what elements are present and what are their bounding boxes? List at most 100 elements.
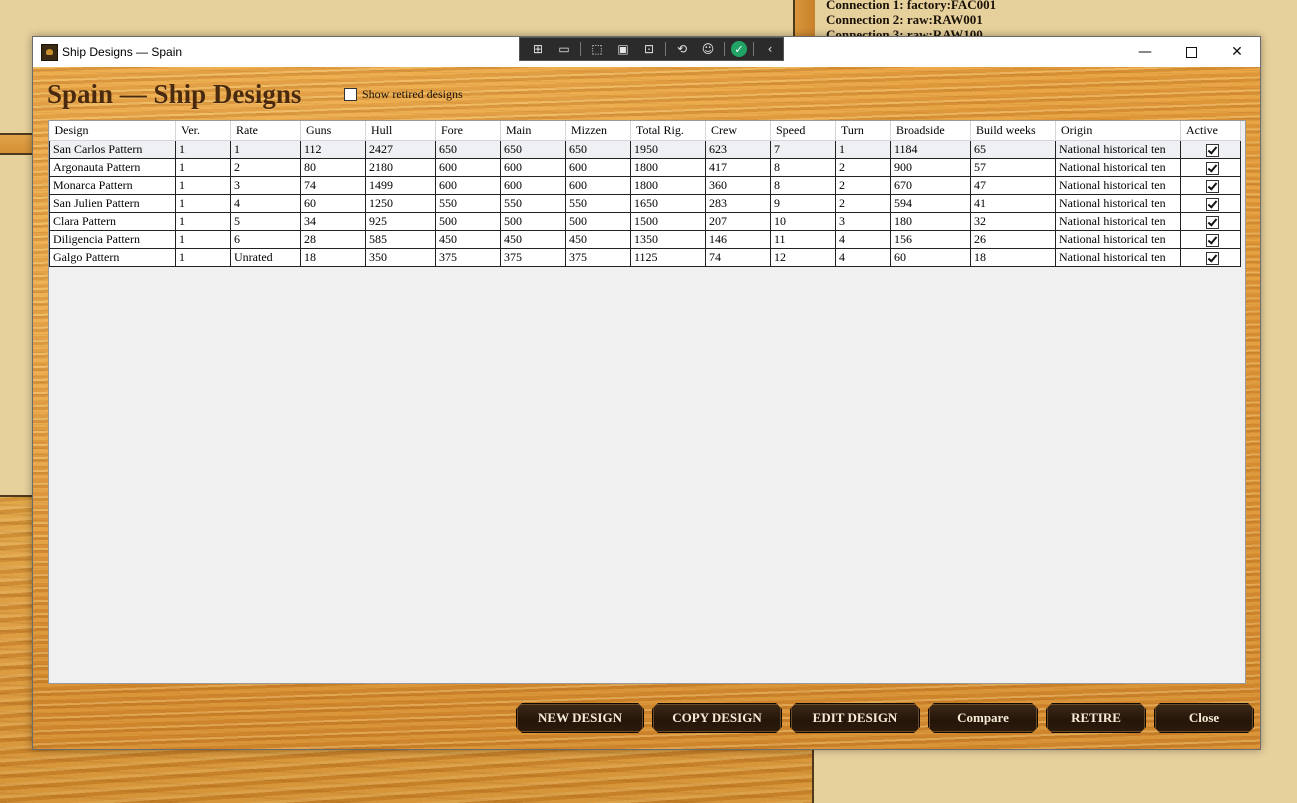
cell-mizzen[interactable]: 500 (565, 212, 631, 231)
cell-total-rig[interactable]: 1950 (630, 140, 706, 159)
cell-design[interactable]: Argonauta Pattern (49, 158, 176, 177)
cell-ver[interactable]: 1 (175, 176, 231, 195)
cell-speed[interactable]: 12 (770, 248, 836, 267)
cell-fore[interactable]: 550 (435, 194, 501, 213)
cell-origin[interactable]: National historical ten (1055, 140, 1181, 159)
column-header[interactable]: Hull (365, 121, 436, 141)
cell-speed[interactable]: 7 (770, 140, 836, 159)
display-layout-icon[interactable]: ▣ (613, 40, 633, 58)
table-row[interactable]: San Carlos Pattern 1 1 112 2427 650 650 650 1950… (49, 140, 1241, 159)
live-tree-icon[interactable]: ⊞ (528, 40, 548, 58)
column-header[interactable]: Speed (770, 121, 836, 141)
cell-total-rig[interactable]: 1125 (630, 248, 706, 267)
cell-origin[interactable]: National historical ten (1055, 176, 1181, 195)
cell-hull[interactable]: 2427 (365, 140, 436, 159)
table-row[interactable]: San Julien Pattern 1 4 60 1250 550 550 550 1650 2… (49, 194, 1241, 213)
cell-broadside[interactable]: 670 (890, 176, 971, 195)
title-bar[interactable]: Ship Designs — Spain ⊞ ▭ ⬚ ▣ ⊡ ⟲ ☺ ✓ ‹ —… (33, 37, 1260, 67)
accessibility-icon[interactable]: ☺ (698, 40, 718, 58)
cell-mizzen[interactable]: 450 (565, 230, 631, 249)
cell-broadside[interactable]: 180 (890, 212, 971, 231)
table-row[interactable]: Monarca Pattern 1 3 74 1499 600 600 600 1800 360 8… (49, 176, 1241, 195)
table-row[interactable]: Diligencia Pattern 1 6 28 585 450 450 450 1350 14… (49, 230, 1241, 249)
cell-turn[interactable]: 4 (835, 230, 891, 249)
cell-main[interactable]: 500 (500, 212, 566, 231)
cell-ver[interactable]: 1 (175, 140, 231, 159)
cell-main[interactable]: 600 (500, 176, 566, 195)
cell-total-rig[interactable]: 1500 (630, 212, 706, 231)
active-checkbox[interactable] (1205, 197, 1219, 211)
hot-reload-icon[interactable]: ⟲ (672, 40, 692, 58)
designs-grid[interactable]: Design Ver. Rate Guns Hull Fore Main Mizzen Tota… (48, 120, 1246, 684)
column-header[interactable]: Design (49, 121, 176, 141)
cell-broadside[interactable]: 156 (890, 230, 971, 249)
cell-main[interactable]: 375 (500, 248, 566, 267)
copy-design-button[interactable]: COPY DESIGN (652, 703, 782, 733)
cell-fore[interactable]: 450 (435, 230, 501, 249)
active-checkbox[interactable] (1205, 215, 1219, 229)
cell-crew[interactable]: 360 (705, 176, 771, 195)
cell-rate[interactable]: 5 (230, 212, 301, 231)
cell-hull[interactable]: 350 (365, 248, 436, 267)
table-row[interactable]: Clara Pattern 1 5 34 925 500 500 500 1500 207 10 3 1… (49, 212, 1241, 231)
cell-hull[interactable]: 2180 (365, 158, 436, 177)
column-header[interactable]: Rate (230, 121, 301, 141)
cell-design[interactable]: Galgo Pattern (49, 248, 176, 267)
cell-crew[interactable]: 207 (705, 212, 771, 231)
cell-crew[interactable]: 283 (705, 194, 771, 213)
cell-design[interactable]: Monarca Pattern (49, 176, 176, 195)
cell-ver[interactable]: 1 (175, 212, 231, 231)
cell-crew[interactable]: 623 (705, 140, 771, 159)
cell-ver[interactable]: 1 (175, 248, 231, 267)
collapse-icon[interactable]: ‹ (760, 40, 780, 58)
cell-rate[interactable]: Unrated (230, 248, 301, 267)
column-header[interactable]: Total Rig. (630, 121, 706, 141)
cell-main[interactable]: 600 (500, 158, 566, 177)
cell-mizzen[interactable]: 600 (565, 176, 631, 195)
cell-build-weeks[interactable]: 47 (970, 176, 1056, 195)
check-icon[interactable]: ✓ (731, 41, 747, 57)
cell-build-weeks[interactable]: 18 (970, 248, 1056, 267)
cell-build-weeks[interactable]: 32 (970, 212, 1056, 231)
cell-build-weeks[interactable]: 65 (970, 140, 1056, 159)
cell-speed[interactable]: 11 (770, 230, 836, 249)
cell-turn[interactable]: 4 (835, 248, 891, 267)
cell-guns[interactable]: 112 (300, 140, 366, 159)
cell-guns[interactable]: 60 (300, 194, 366, 213)
cell-mizzen[interactable]: 550 (565, 194, 631, 213)
cell-ver[interactable]: 1 (175, 194, 231, 213)
cell-main[interactable]: 450 (500, 230, 566, 249)
cell-rate[interactable]: 1 (230, 140, 301, 159)
column-header[interactable]: Main (500, 121, 566, 141)
cell-broadside[interactable]: 594 (890, 194, 971, 213)
cell-broadside[interactable]: 60 (890, 248, 971, 267)
cell-crew[interactable]: 146 (705, 230, 771, 249)
cell-turn[interactable]: 3 (835, 212, 891, 231)
cell-mizzen[interactable]: 600 (565, 158, 631, 177)
cell-crew[interactable]: 74 (705, 248, 771, 267)
minimize-button[interactable]: — (1122, 37, 1168, 67)
cell-hull[interactable]: 1499 (365, 176, 436, 195)
cell-fore[interactable]: 600 (435, 176, 501, 195)
select-element-icon[interactable]: ⬚ (587, 40, 607, 58)
cell-mizzen[interactable]: 650 (565, 140, 631, 159)
column-header[interactable]: Mizzen (565, 121, 631, 141)
cell-origin[interactable]: National historical ten (1055, 248, 1181, 267)
cell-turn[interactable]: 2 (835, 158, 891, 177)
cell-design[interactable]: San Julien Pattern (49, 194, 176, 213)
cell-turn[interactable]: 2 (835, 176, 891, 195)
cell-ver[interactable]: 1 (175, 158, 231, 177)
cell-rate[interactable]: 2 (230, 158, 301, 177)
cell-hull[interactable]: 585 (365, 230, 436, 249)
table-row[interactable]: Galgo Pattern 1 Unrated 18 350 375 375 375 1125 7… (49, 248, 1241, 267)
cell-guns[interactable]: 18 (300, 248, 366, 267)
column-header[interactable]: Build weeks (970, 121, 1056, 141)
compare-button[interactable]: Compare (928, 703, 1038, 733)
active-checkbox[interactable] (1205, 179, 1219, 193)
cell-ver[interactable]: 1 (175, 230, 231, 249)
cell-origin[interactable]: National historical ten (1055, 212, 1181, 231)
cell-speed[interactable]: 8 (770, 176, 836, 195)
cell-build-weeks[interactable]: 41 (970, 194, 1056, 213)
show-retired-checkbox[interactable] (344, 88, 357, 101)
cell-guns[interactable]: 34 (300, 212, 366, 231)
